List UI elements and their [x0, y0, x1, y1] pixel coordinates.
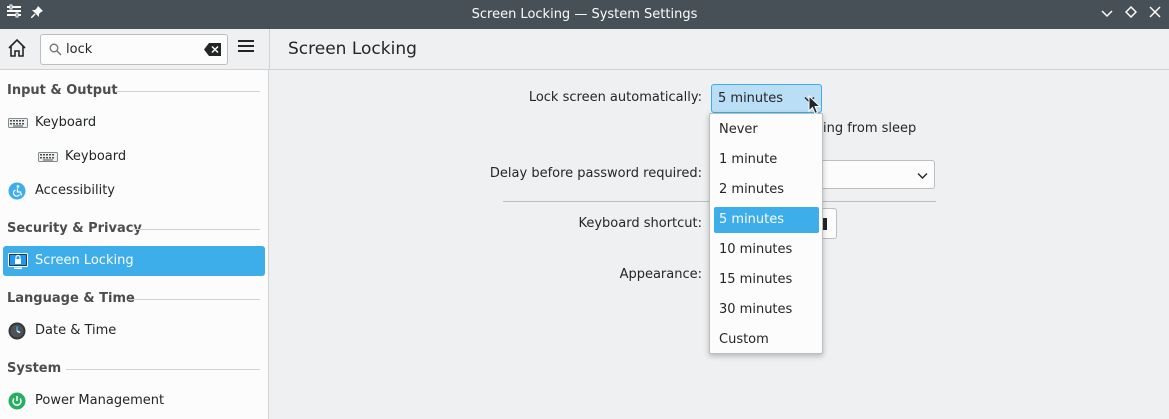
home-icon[interactable] — [6, 37, 32, 63]
minimize-chevron-icon[interactable] — [1097, 0, 1117, 29]
sidebar-item-label: Date & Time — [35, 323, 117, 338]
mouse-cursor-icon — [808, 94, 822, 115]
sidebar-item-label: Screen Locking — [35, 253, 134, 268]
sidebar-item-label: Keyboard — [35, 115, 97, 130]
dropdown-option-1-minute[interactable]: 1 minute — [714, 147, 819, 173]
keyboard-icon — [38, 148, 58, 166]
title-bar: Screen Locking — System Settings — [0, 0, 1169, 29]
dropdown-option-10-minutes[interactable]: 10 minutes — [714, 237, 819, 263]
section-header-language-time: Language & Time — [7, 291, 135, 306]
maximize-diamond-icon[interactable] — [1121, 0, 1141, 29]
delay-label: Delay before password required: — [489, 166, 702, 181]
section-divider — [133, 229, 260, 230]
clock-icon — [8, 322, 26, 340]
dropdown-option-5-minutes[interactable]: 5 minutes — [714, 207, 819, 233]
accessibility-icon — [8, 182, 26, 200]
clear-search-icon[interactable] — [204, 43, 221, 60]
sidebar-item-label: Power Management — [35, 393, 165, 408]
sidebar-subitem-keyboard[interactable]: Keyboard — [3, 142, 265, 172]
search-icon — [49, 43, 62, 60]
delay-combobox[interactable] — [818, 160, 935, 189]
lock-timeout-dropdown: Never 1 minute 2 minutes 5 minutes 10 mi… — [709, 113, 823, 354]
section-divider — [116, 91, 260, 92]
sidebar-item-label: Keyboard — [65, 149, 127, 164]
sidebar-item-date-time[interactable]: Date & Time — [3, 316, 265, 346]
sidebar-item-power-management[interactable]: Power Management — [3, 386, 265, 416]
keyboard-icon — [8, 114, 28, 132]
lock-auto-label: Lock screen automatically: — [528, 90, 702, 105]
chevron-down-icon — [917, 169, 928, 184]
combobox-value: 5 minutes — [718, 91, 784, 106]
power-icon — [8, 392, 26, 410]
hamburger-menu-icon[interactable] — [237, 38, 259, 60]
sidebar-item-keyboard[interactable]: Keyboard — [3, 108, 265, 138]
search-field[interactable] — [40, 34, 228, 65]
dropdown-option-2-minutes[interactable]: 2 minutes — [714, 177, 819, 203]
sidebar-item-accessibility[interactable]: Accessibility — [3, 176, 265, 206]
section-divider — [66, 369, 260, 370]
screen-lock-icon — [8, 252, 28, 270]
close-icon[interactable] — [1145, 0, 1165, 29]
toolbar-divider — [269, 29, 270, 70]
section-header-security-privacy: Security & Privacy — [7, 221, 142, 236]
section-header-system: System — [7, 361, 62, 376]
shortcut-label: Keyboard shortcut: — [578, 216, 702, 231]
dropdown-option-15-minutes[interactable]: 15 minutes — [714, 267, 819, 293]
search-input[interactable] — [66, 39, 196, 60]
after-sleep-text: ing from sleep — [823, 121, 917, 136]
section-divider — [128, 299, 260, 300]
sidebar: Input & Output Keyboard Keyboard Accessi… — [0, 70, 269, 419]
page-title: Screen Locking — [288, 39, 417, 59]
dropdown-option-30-minutes[interactable]: 30 minutes — [714, 297, 819, 323]
sidebar-item-screen-locking[interactable]: Screen Locking — [3, 246, 265, 276]
dropdown-option-never[interactable]: Never — [714, 117, 819, 143]
lock-timeout-combobox[interactable]: 5 minutes — [711, 84, 822, 113]
section-header-input-output: Input & Output — [7, 83, 118, 98]
appearance-label: Appearance: — [619, 267, 702, 282]
window-title: Screen Locking — System Settings — [471, 7, 698, 22]
dropdown-option-custom[interactable]: Custom — [714, 327, 819, 353]
toolbar: Screen Locking — [0, 29, 1169, 70]
sidebar-item-label: Accessibility — [35, 183, 115, 198]
